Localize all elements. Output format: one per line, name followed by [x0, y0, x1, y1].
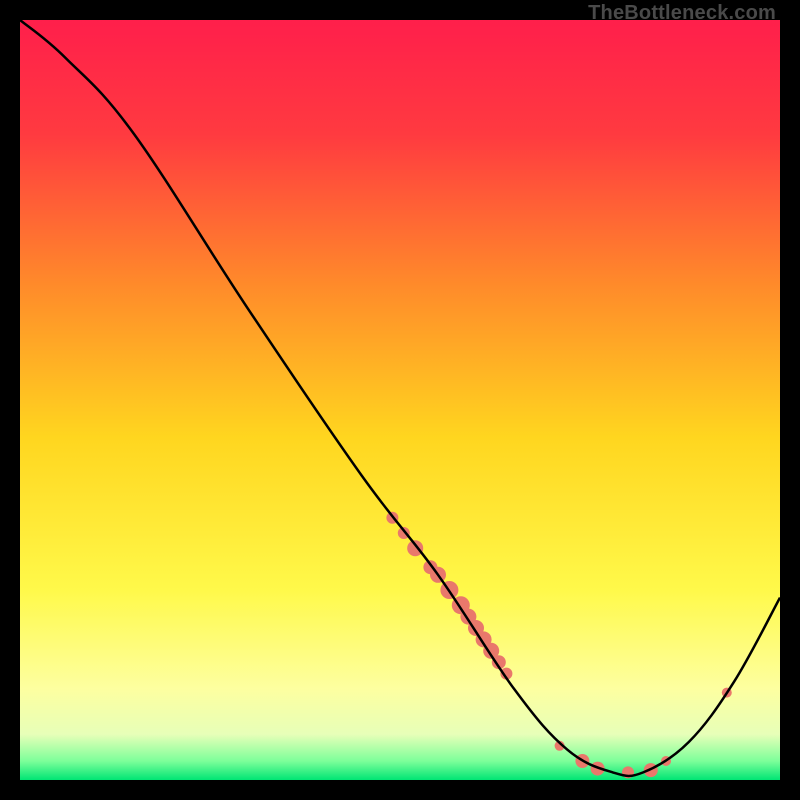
watermark-text: TheBottleneck.com — [588, 2, 776, 25]
chart-frame — [20, 20, 780, 780]
bottleneck-curve-chart — [20, 20, 780, 780]
